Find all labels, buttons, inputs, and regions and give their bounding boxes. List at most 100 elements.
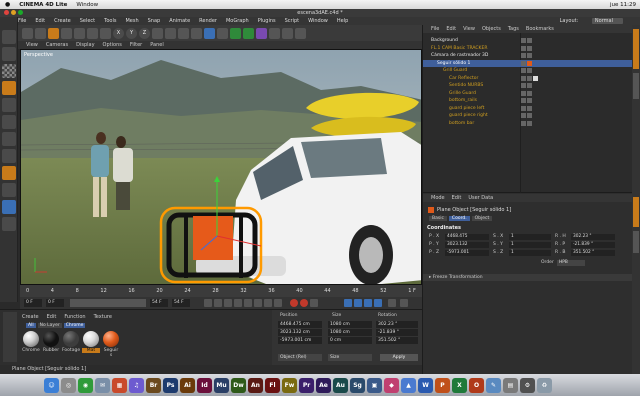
max-frame-field[interactable]: 54 F: [150, 299, 168, 307]
tweak-icon[interactable]: [2, 183, 16, 197]
camera-icon[interactable]: [282, 27, 293, 39]
object-row[interactable]: guard piece left: [423, 105, 633, 113]
key-parameter-icon[interactable]: [374, 299, 382, 307]
dock-app-icon[interactable]: ♫: [129, 377, 144, 393]
render-picture-viewer-icon[interactable]: [178, 27, 189, 39]
dock-app-icon[interactable]: ☺: [44, 377, 59, 393]
attributes-side-tab[interactable]: [633, 197, 639, 227]
edges-mode-icon[interactable]: [2, 132, 16, 146]
material-mat[interactable]: Mat: [82, 331, 100, 353]
axis-mode-icon[interactable]: [2, 166, 16, 180]
perspective-viewport[interactable]: Perspective: [20, 49, 422, 285]
viewport-menu-cameras[interactable]: Cameras: [46, 42, 68, 48]
dock-app-icon[interactable]: Ae: [316, 377, 331, 393]
object-row[interactable]: Sentido NURBS: [423, 82, 633, 90]
menu-mesh[interactable]: Mesh: [125, 18, 138, 24]
dock-app-icon[interactable]: ◉: [78, 377, 93, 393]
dock-app-icon[interactable]: ▦: [112, 377, 127, 393]
attr-sx-field[interactable]: 1: [509, 234, 551, 240]
prev-frame-icon[interactable]: [224, 299, 232, 307]
size-mode-select[interactable]: Size: [328, 354, 372, 361]
scale-icon[interactable]: [74, 27, 85, 39]
dock-app-icon[interactable]: Id: [197, 377, 212, 393]
minimize-button[interactable]: [11, 10, 16, 15]
object-row[interactable]: Grille Guard: [423, 90, 633, 98]
dock-app-icon[interactable]: W: [418, 377, 433, 393]
apple-menu-icon[interactable]: ●: [5, 1, 10, 8]
record-icon[interactable]: [290, 299, 298, 307]
dock-app-icon[interactable]: An: [248, 377, 263, 393]
attr-menu-mode[interactable]: Mode: [431, 195, 445, 201]
om-menu-file[interactable]: File: [431, 26, 439, 32]
viewport-menu-panel[interactable]: Panel: [150, 42, 164, 48]
app-menu-name[interactable]: CINEMA 4D Lite: [19, 2, 67, 8]
attr-rp-field[interactable]: -21.839 °: [571, 242, 615, 248]
dock-app-icon[interactable]: Br: [146, 377, 161, 393]
dock-app-icon[interactable]: ▲: [401, 377, 416, 393]
dock-app-icon[interactable]: Ps: [163, 377, 178, 393]
recent-tools-icon[interactable]: [100, 27, 111, 39]
position-z-field[interactable]: -5973.001 cm: [278, 337, 322, 344]
mat-menu-edit[interactable]: Edit: [47, 314, 57, 320]
dock-app-icon[interactable]: Fw: [282, 377, 297, 393]
dock-app-icon[interactable]: Ai: [180, 377, 195, 393]
object-row[interactable]: Car Reflector: [423, 75, 633, 83]
attr-px-field[interactable]: 4468.475: [445, 234, 489, 240]
dock-app-icon[interactable]: P: [435, 377, 450, 393]
dock-app-icon[interactable]: X: [452, 377, 467, 393]
texture-mode-icon[interactable]: [2, 47, 16, 61]
mat-menu-texture[interactable]: Texture: [94, 314, 112, 320]
menu-mograph[interactable]: MoGraph: [226, 18, 249, 24]
redo-icon[interactable]: [35, 27, 46, 39]
dock-app-icon[interactable]: Au: [333, 377, 348, 393]
object-mode-icon[interactable]: [2, 98, 16, 112]
menu-tools[interactable]: Tools: [104, 18, 116, 24]
size-x-field[interactable]: 1080 cm: [328, 321, 372, 328]
array-icon[interactable]: [243, 27, 254, 39]
loop-icon[interactable]: [274, 299, 282, 307]
object-row[interactable]: Grill Guard: [423, 67, 633, 75]
live-selection-icon[interactable]: [48, 27, 59, 39]
attr-sz-field[interactable]: 1: [509, 250, 551, 256]
viewport-menu-options[interactable]: Options: [103, 42, 122, 48]
mat-filter-all[interactable]: All: [26, 323, 36, 328]
object-row[interactable]: Background: [423, 37, 633, 45]
timeline-menu-icon[interactable]: [400, 299, 408, 307]
attr-menu-edit[interactable]: Edit: [452, 195, 462, 201]
menu-window[interactable]: Window: [308, 18, 328, 24]
attr-tab-object[interactable]: Object: [471, 216, 493, 221]
rotation-h-field[interactable]: 302.23 °: [376, 321, 418, 328]
zoom-button[interactable]: [18, 10, 23, 15]
menubar-clock[interactable]: jue 11:29: [610, 2, 636, 8]
cube-icon[interactable]: [204, 27, 215, 39]
menu-create[interactable]: Create: [54, 18, 71, 24]
menu-animate[interactable]: Animate: [169, 18, 190, 24]
menu-script[interactable]: Script: [285, 18, 300, 24]
viewport-menu-display[interactable]: Display: [76, 42, 94, 48]
layout-value[interactable]: Normal: [591, 18, 623, 24]
frame-range-slider[interactable]: [70, 299, 146, 307]
object-row[interactable]: bottom_rails: [423, 97, 633, 105]
z-axis-lock[interactable]: Z: [139, 27, 150, 39]
timeline-ruler[interactable]: 0 4 8 12 16 20 24 28 32 36 40 44 48 52 1…: [20, 285, 422, 297]
freeze-transformation-section[interactable]: ▸ Freeze Transformation: [423, 274, 633, 281]
object-row-selected[interactable]: Seguir sólido 1: [423, 59, 633, 67]
material-footage[interactable]: Footage: [62, 331, 80, 353]
next-key-icon[interactable]: [254, 299, 262, 307]
light-icon[interactable]: [295, 27, 306, 39]
position-x-field[interactable]: 4468.475 cm: [278, 321, 322, 328]
snap-icon[interactable]: [2, 200, 16, 214]
dock-app-icon[interactable]: ▤: [503, 377, 518, 393]
object-row[interactable]: Cámara de rastreador 3D: [423, 52, 633, 60]
material-chrome[interactable]: Chrome: [22, 331, 40, 353]
rotate-icon[interactable]: [87, 27, 98, 39]
x-axis-lock[interactable]: X: [113, 27, 124, 39]
object-row[interactable]: bottom bar: [423, 120, 633, 128]
close-button[interactable]: [4, 10, 9, 15]
points-mode-icon[interactable]: [2, 115, 16, 129]
objects-side-tab[interactable]: [633, 29, 639, 69]
attr-pz-field[interactable]: -5973.001: [445, 250, 489, 256]
dock-app-icon[interactable]: Pr: [299, 377, 314, 393]
coordinate-system-icon[interactable]: [152, 27, 163, 39]
subdivision-icon[interactable]: [230, 27, 241, 39]
